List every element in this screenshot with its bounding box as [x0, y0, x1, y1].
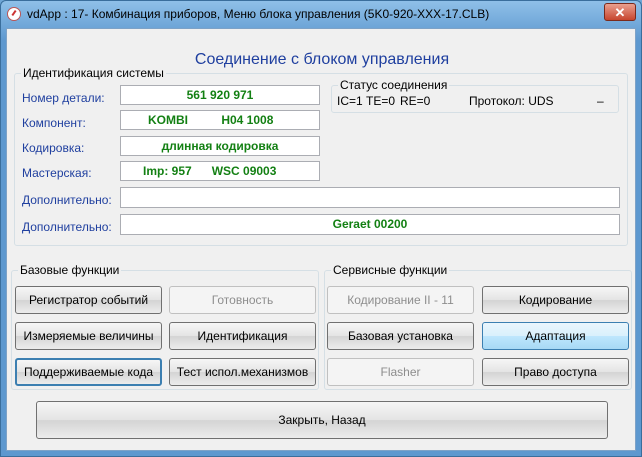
event-recorder-button[interactable]: Регистратор событий: [15, 286, 162, 314]
supported-codes-button[interactable]: Поддерживаемые кода: [15, 358, 162, 386]
status-re: RE=0: [400, 94, 431, 108]
additional-label-1: Дополнительно:: [22, 193, 112, 207]
title-bar[interactable]: vdApp : 17- Комбинация приборов, Меню бл…: [1, 1, 641, 29]
app-logo-icon: [7, 7, 21, 21]
connection-status-label: Статус соединения: [338, 78, 450, 92]
coding-field: длинная кодировка: [120, 136, 320, 156]
basic-functions-label: Базовые функции: [18, 263, 122, 277]
identification-group-label: Идентификация системы: [21, 66, 166, 80]
additional-field-1: [120, 187, 620, 208]
component-field: KOMBI H04 1008: [120, 110, 320, 130]
part-number-label: Номер детали:: [22, 91, 105, 105]
workshop-field: Imp: 957 WSC 09003: [120, 161, 320, 181]
coding-button[interactable]: Кодирование: [482, 286, 629, 314]
measured-values-button[interactable]: Измеряемые величины: [15, 322, 162, 350]
flasher-button[interactable]: Flasher: [327, 358, 474, 386]
basic-settings-button[interactable]: Базовая установка: [327, 322, 474, 350]
status-te: TE=0: [366, 94, 396, 108]
window-title: vdApp : 17- Комбинация приборов, Меню бл…: [27, 7, 490, 21]
status-ic: IC=1: [337, 94, 363, 108]
coding-ii-button[interactable]: Кодирование II - 11: [327, 286, 474, 314]
close-back-button[interactable]: Закрыть, Назад: [36, 401, 608, 439]
additional-label-2: Дополнительно:: [22, 220, 112, 234]
access-rights-button[interactable]: Право доступа: [482, 358, 629, 386]
actuator-test-button[interactable]: Тест испол.механизмов: [169, 358, 316, 386]
service-functions-label: Сервисные функции: [331, 263, 450, 277]
readiness-button[interactable]: Готовность: [169, 286, 316, 314]
additional-field-2: Geraet 00200: [120, 214, 620, 235]
status-extra: –: [597, 94, 604, 108]
adaptation-button[interactable]: Адаптация: [482, 322, 629, 350]
part-number-field: 561 920 971: [120, 85, 320, 105]
status-protocol: Протокол: UDS: [469, 94, 554, 108]
client-area: Соединение с блоком управления Идентифик…: [6, 28, 636, 451]
identification-button[interactable]: Идентификация: [169, 322, 316, 350]
workshop-label: Мастерская:: [22, 166, 92, 180]
app-window: vdApp : 17- Комбинация приборов, Меню бл…: [0, 0, 642, 457]
component-label: Компонент:: [22, 116, 86, 130]
coding-label: Кодировка:: [22, 141, 85, 155]
window-close-button[interactable]: ✕: [604, 3, 636, 21]
